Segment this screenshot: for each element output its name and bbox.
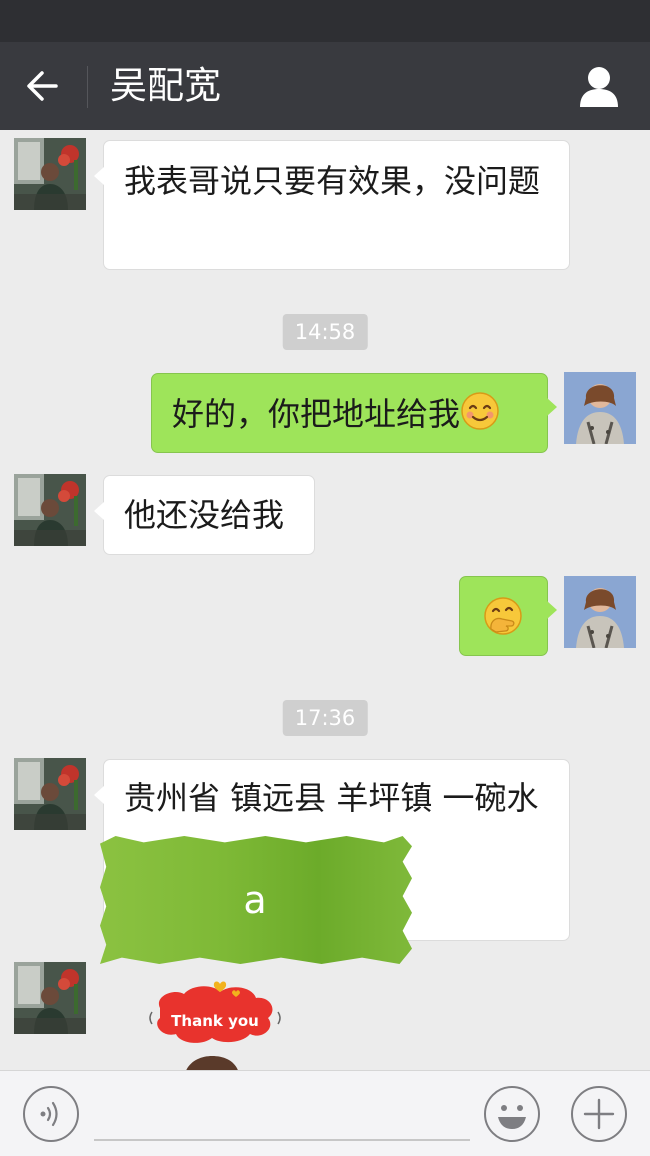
chat-title: 吴配宽 xyxy=(110,64,221,107)
sticker-text: Thank you xyxy=(171,1012,259,1030)
more-button[interactable] xyxy=(570,1085,628,1143)
incoming-message-bubble[interactable]: 我表哥说只要有效果，没问题 xyxy=(94,140,570,270)
message-input[interactable] xyxy=(94,1139,470,1141)
status-bar xyxy=(0,0,650,42)
incoming-message-bubble[interactable]: 他还没给我 xyxy=(94,475,315,555)
back-button[interactable] xyxy=(18,62,70,110)
timestamp: 14:58 xyxy=(282,314,368,350)
emoji-button[interactable] xyxy=(483,1085,541,1143)
outgoing-message-bubble[interactable] xyxy=(459,576,557,656)
chat-area[interactable]: 我表哥说只要有效果，没问题 14:58 好的，你把地址给我 他还没给我 17:3… xyxy=(0,130,650,1070)
contact-avatar[interactable] xyxy=(14,474,86,546)
title-bar: 吴配宽 xyxy=(0,42,650,130)
smiling-face-icon xyxy=(460,391,500,442)
message-text: 好的，你把地址给我 xyxy=(172,395,461,433)
title-divider xyxy=(87,66,88,108)
outgoing-message-bubble[interactable]: 好的，你把地址给我 xyxy=(151,373,557,453)
contact-avatar[interactable] xyxy=(14,758,86,830)
my-avatar[interactable] xyxy=(564,576,636,648)
plus-icon xyxy=(571,1086,627,1142)
hand-over-mouth-face-icon xyxy=(482,595,524,648)
redaction-patch: a xyxy=(100,836,412,964)
thank-you-sticker[interactable]: Thank you xyxy=(140,978,290,1070)
message-text: 我表哥说只要有效果，没问题 xyxy=(124,162,541,200)
message-text: 他还没给我 xyxy=(124,496,285,534)
input-bar xyxy=(0,1070,650,1156)
voice-icon xyxy=(23,1086,79,1142)
timestamp: 17:36 xyxy=(282,700,368,736)
smiley-icon xyxy=(484,1086,540,1142)
contact-avatar[interactable] xyxy=(14,138,86,210)
person-icon xyxy=(580,67,618,107)
arrow-left-icon xyxy=(27,71,58,101)
redaction-label: a xyxy=(243,878,267,922)
contact-avatar[interactable] xyxy=(14,962,86,1034)
my-avatar[interactable] xyxy=(564,372,636,444)
message-text: 贵州省 镇远县 羊坪镇 一碗水 xyxy=(124,779,539,817)
profile-button[interactable] xyxy=(574,64,624,110)
voice-button[interactable] xyxy=(22,1085,80,1143)
